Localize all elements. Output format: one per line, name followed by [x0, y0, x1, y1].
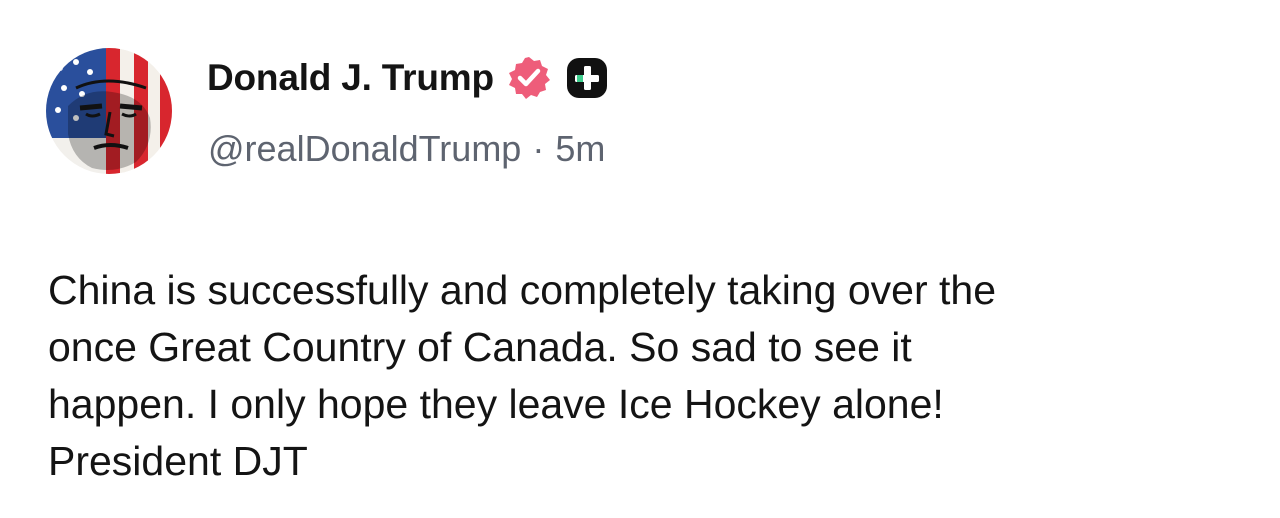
- author-display-name[interactable]: Donald J. Trump: [207, 57, 494, 99]
- plus-badge-icon[interactable]: [566, 57, 608, 99]
- verified-badge-icon: [506, 55, 552, 101]
- avatar[interactable]: [46, 48, 172, 174]
- author-handle[interactable]: @realDonaldTrump: [208, 128, 521, 170]
- post-card: Donald J. Trump @realDonaldTrump · 5m Ch…: [0, 0, 1280, 518]
- post-timestamp[interactable]: 5m: [555, 128, 605, 170]
- author-row: Donald J. Trump: [207, 54, 608, 102]
- flag-portrait-icon: [46, 48, 172, 174]
- post-body-text: China is successfully and completely tak…: [48, 267, 997, 484]
- meta-separator: ·: [532, 128, 545, 169]
- post-meta: @realDonaldTrump · 5m: [208, 128, 605, 170]
